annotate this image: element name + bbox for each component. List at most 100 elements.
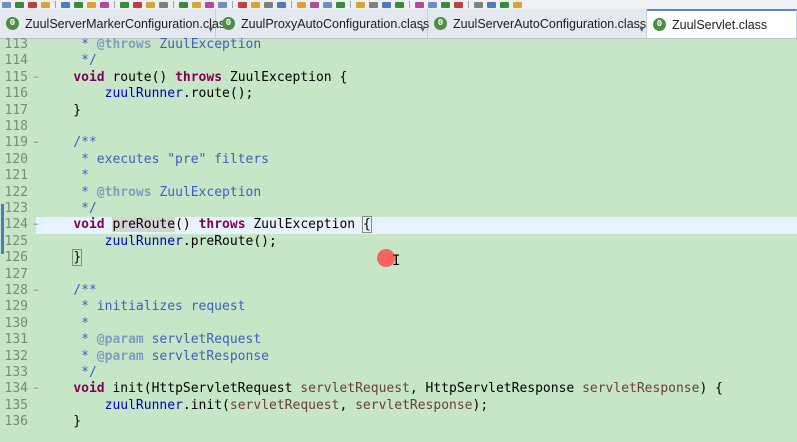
line-number: 129 <box>4 299 28 315</box>
chevron-down-icon[interactable]: ▾ <box>639 24 644 35</box>
code-text[interactable]: void preRoute() throws ZuulException { <box>42 216 372 234</box>
toolbar-button-icon[interactable] <box>500 1 509 8</box>
toolbar-button-icon[interactable] <box>159 1 168 8</box>
line-number: 127 <box>4 266 28 282</box>
chevron-down-icon[interactable]: ▾ <box>420 24 425 35</box>
current-code-line[interactable]: 124− void preRoute() throws ZuulExceptio… <box>5 216 797 234</box>
code-line[interactable]: 122 * @throws ZuulException <box>0 185 797 201</box>
code-line[interactable]: 135 zuulRunner.init(servletRequest, serv… <box>0 398 797 414</box>
editor-tab[interactable]: 0 ZuulServlet.class <box>647 9 797 38</box>
toolbar-button-icon[interactable] <box>277 1 286 8</box>
code-text[interactable]: * executes "pre" filters <box>42 152 269 168</box>
code-text[interactable]: void init(HttpServletRequest servletRequ… <box>42 381 723 397</box>
toolbar-button-icon[interactable] <box>415 1 424 8</box>
code-line[interactable]: 131 * @param servletRequest <box>0 332 797 348</box>
code-text[interactable]: } <box>42 249 83 267</box>
code-text[interactable]: zuulRunner.route(); <box>42 86 254 102</box>
toolbar-button-icon[interactable] <box>323 1 332 8</box>
chevron-down-icon[interactable]: ▾ <box>208 24 213 35</box>
fold-collapse-icon[interactable]: − <box>32 135 40 151</box>
code-line[interactable]: 113 * @throws ZuulException <box>0 38 797 53</box>
code-text[interactable]: } <box>42 103 81 119</box>
toolbar-button-icon[interactable] <box>120 1 129 8</box>
toolbar-separator <box>409 1 410 8</box>
toolbar-button-icon[interactable] <box>74 1 83 8</box>
code-text[interactable]: zuulRunner.init(servletRequest, servletR… <box>42 398 489 414</box>
fold-collapse-icon[interactable]: − <box>32 381 40 397</box>
toolbar-button-icon[interactable] <box>133 1 142 8</box>
code-line[interactable]: 129 * initializes request <box>0 299 797 315</box>
code-line[interactable]: 134− void init(HttpServletRequest servle… <box>0 381 797 397</box>
code-text[interactable]: * initializes request <box>42 299 245 315</box>
toolbar-button-icon[interactable] <box>251 1 260 8</box>
code-text[interactable]: } <box>42 414 81 430</box>
code-editor[interactable]: 113 * @throws ZuulException 114 */115− vo… <box>0 38 797 442</box>
code-line[interactable]: 114 */ <box>0 53 797 69</box>
code-line[interactable]: 119− /** <box>0 135 797 151</box>
toolbar-button-icon[interactable] <box>454 1 463 8</box>
editor-tab[interactable]: 0 ZuulServerAutoConfiguration.class ▾ <box>428 9 647 38</box>
toolbar-button-icon[interactable] <box>192 1 201 8</box>
code-text[interactable]: /** <box>42 135 97 151</box>
code-text[interactable]: * <box>42 316 89 332</box>
code-text[interactable]: * @throws ZuulException <box>42 185 261 201</box>
code-line[interactable]: 123 */ <box>0 201 797 217</box>
code-text[interactable]: void route() throws ZuulException { <box>42 70 347 86</box>
toolbar-button-icon[interactable] <box>100 1 109 8</box>
code-line[interactable]: 133 */ <box>0 365 797 381</box>
toolbar-button-icon[interactable] <box>218 1 227 8</box>
toolbar-button-icon[interactable] <box>264 1 273 8</box>
code-line[interactable]: 117 } <box>0 103 797 119</box>
code-text[interactable]: * <box>42 168 89 184</box>
code-text[interactable]: /** <box>42 283 97 299</box>
toolbar-button-icon[interactable] <box>61 1 70 8</box>
toolbar-button-icon[interactable] <box>356 1 365 8</box>
fold-collapse-icon[interactable]: − <box>32 70 40 86</box>
toolbar-button-icon[interactable] <box>205 1 214 8</box>
toolbar-button-icon[interactable] <box>28 1 37 8</box>
toolbar-button-icon[interactable] <box>474 1 483 8</box>
code-line[interactable]: 115− void route() throws ZuulException { <box>0 70 797 86</box>
toolbar-button-icon[interactable] <box>487 1 496 8</box>
toolbar-button-icon[interactable] <box>179 1 188 8</box>
toolbar-button-icon[interactable] <box>382 1 391 8</box>
toolbar-button-icon[interactable] <box>238 1 247 8</box>
fold-collapse-icon[interactable]: − <box>32 217 40 233</box>
toolbar-button-icon[interactable] <box>441 1 450 8</box>
code-text[interactable]: * @throws ZuulException <box>42 38 261 53</box>
code-line[interactable]: 118 <box>0 119 797 135</box>
code-line[interactable]: 120 * executes "pre" filters <box>0 152 797 168</box>
code-text[interactable]: * @param servletResponse <box>42 349 269 365</box>
toolbar-button-icon[interactable] <box>146 1 155 8</box>
code-text[interactable]: * @param servletRequest <box>42 332 261 348</box>
code-line[interactable]: 125 zuulRunner.preRoute(); <box>0 234 797 250</box>
toolbar-button-icon[interactable] <box>297 1 306 8</box>
line-number: 120 <box>4 151 28 167</box>
code-text[interactable]: */ <box>42 365 97 381</box>
code-text[interactable]: zuulRunner.preRoute(); <box>42 234 277 250</box>
toolbar-button-icon[interactable] <box>15 1 24 8</box>
line-number: 135 <box>4 397 28 413</box>
toolbar-button-icon[interactable] <box>336 1 345 8</box>
toolbar-button-icon[interactable] <box>369 1 378 8</box>
code-line[interactable]: 136 } <box>0 414 797 430</box>
toolbar-separator <box>468 1 469 8</box>
code-line[interactable]: 128− /** <box>0 283 797 299</box>
toolbar-button-icon[interactable] <box>513 1 522 8</box>
toolbar-button-icon[interactable] <box>395 1 404 8</box>
code-line[interactable]: 127 <box>0 267 797 283</box>
fold-collapse-icon[interactable]: − <box>32 283 40 299</box>
toolbar-button-icon[interactable] <box>2 1 11 8</box>
toolbar-button-icon[interactable] <box>87 1 96 8</box>
code-text[interactable]: */ <box>42 201 97 217</box>
toolbar-button-icon[interactable] <box>310 1 319 8</box>
editor-tab[interactable]: 0 ZuulServerMarkerConfiguration.class ▾ <box>0 9 231 38</box>
code-text[interactable]: */ <box>42 53 97 69</box>
code-line[interactable]: 121 * <box>0 168 797 184</box>
code-line[interactable]: 130 * <box>0 316 797 332</box>
toolbar-button-icon[interactable] <box>428 1 437 8</box>
code-line[interactable]: 132 * @param servletResponse <box>0 349 797 365</box>
editor-tab[interactable]: 0 ZuulProxyAutoConfiguration.class ▾ <box>216 9 429 38</box>
code-line[interactable]: 116 zuulRunner.route(); <box>0 86 797 102</box>
toolbar-button-icon[interactable] <box>41 1 50 8</box>
